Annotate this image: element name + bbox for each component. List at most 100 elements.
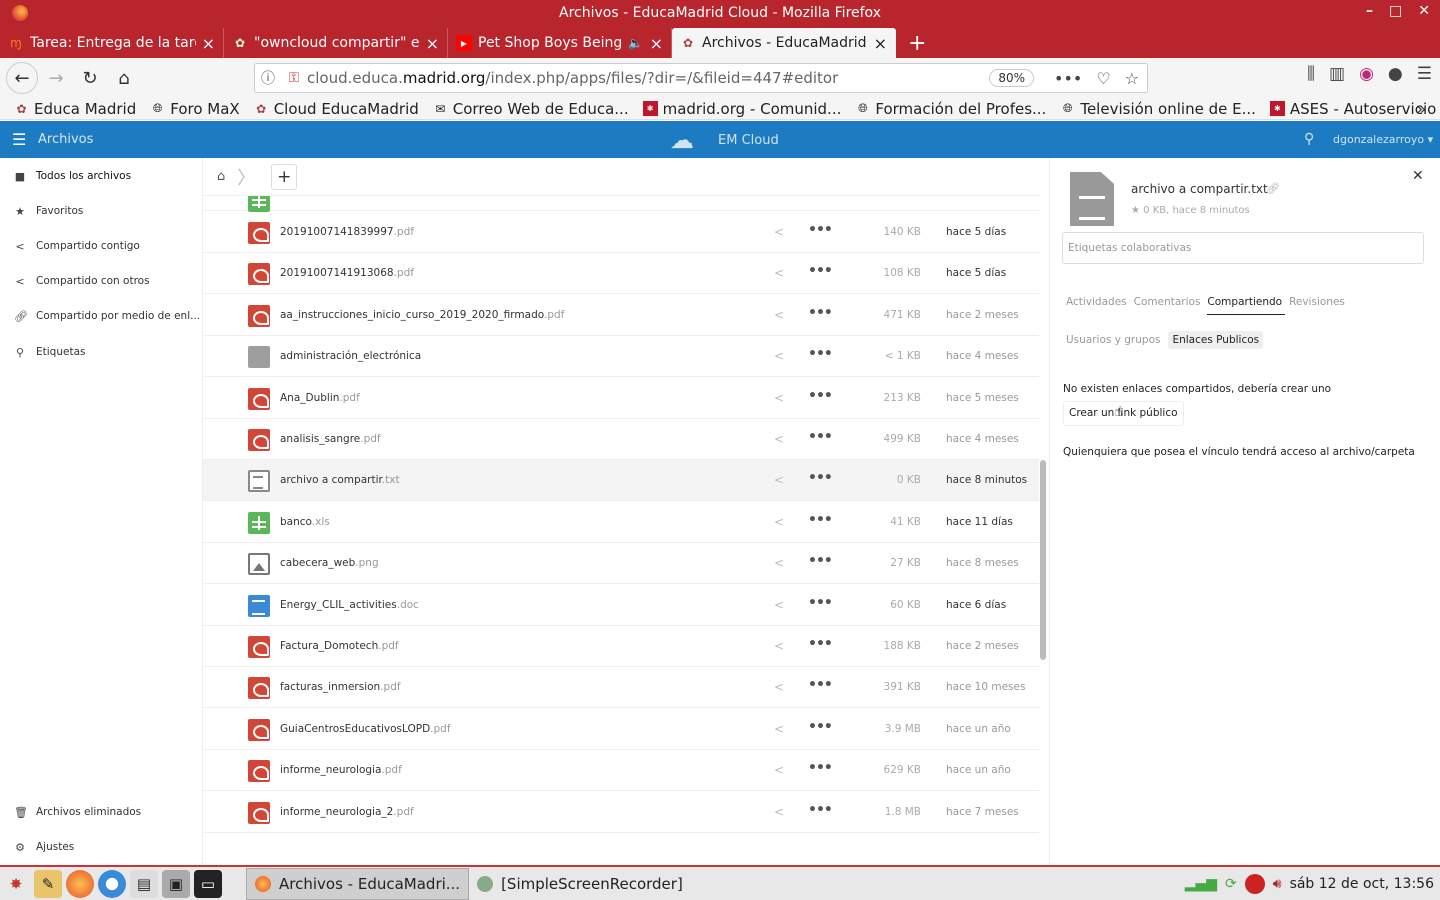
sidebar-item-settings[interactable]: ⚙ Ajustes (0, 830, 203, 864)
minimize-button[interactable]: – (1366, 3, 1373, 19)
app-menu-icon[interactable]: ☰ (12, 130, 26, 149)
browser-tab-active[interactable]: ✿ Archivos - EducaMadrid C × (672, 28, 896, 58)
close-window-button[interactable]: ✕ (1418, 3, 1430, 19)
table-row[interactable]: analisis_sangre.pdf < ••• 499 KB hace 4 mese… (203, 419, 1039, 460)
table-row[interactable]: administración_electrónica < ••• < 1 KB hace… (203, 336, 1039, 378)
more-actions-icon[interactable]: ••• (808, 719, 833, 735)
firefox-launcher-icon[interactable] (66, 869, 94, 898)
sidebar-item-shared-with-you[interactable]: < Compartido contigo (0, 229, 203, 263)
home-folder-icon[interactable]: ⌂ (217, 169, 225, 184)
page-actions-icon[interactable]: ••• (1054, 69, 1082, 88)
tags-input[interactable]: Etiquetas colaborativas (1062, 232, 1424, 264)
file-name[interactable]: facturas_inmersion.pdf (280, 681, 401, 693)
more-actions-icon[interactable]: ••• (808, 677, 833, 693)
new-tab-button[interactable]: + (896, 28, 938, 58)
insecure-lock-icon[interactable]: ⚿ (281, 70, 307, 86)
share-icon[interactable]: < (774, 391, 784, 405)
zoom-level[interactable]: 80% (989, 69, 1034, 87)
table-row[interactable]: facturas_inmersion.pdf < ••• 391 KB hace 10 … (203, 667, 1039, 709)
share-icon[interactable]: < (774, 556, 784, 570)
sidebar-icon[interactable]: ▥ (1329, 64, 1345, 84)
bookmark-item[interactable]: ✿ Educa Madrid (14, 100, 136, 118)
close-tab-icon[interactable]: × (202, 34, 215, 53)
update-icon[interactable]: ⟳ (1225, 876, 1237, 892)
file-name[interactable]: 20191007141913068.pdf (280, 267, 414, 279)
bookmark-item[interactable]: ✿ Cloud EducaMadrid (254, 100, 419, 118)
close-panel-icon[interactable]: ✕ (1412, 168, 1424, 184)
file-name[interactable]: 20191007141839997.pdf (280, 226, 414, 238)
more-actions-icon[interactable]: ••• (808, 636, 833, 652)
file-name[interactable]: administración_electrónica (280, 350, 421, 362)
file-name[interactable]: informe_neurologia.pdf (280, 764, 402, 776)
share-icon[interactable]: < (774, 639, 784, 653)
bookmark-item[interactable]: ✉ Correo Web de Educa... (433, 100, 628, 118)
file-name[interactable]: Ana_Dublin.pdf (280, 392, 360, 404)
more-actions-icon[interactable]: ••• (808, 760, 833, 776)
share-icon[interactable]: < (774, 308, 784, 322)
table-row[interactable]: 20191007141839997.pdf < ••• 140 KB hace 5 dí… (203, 212, 1039, 253)
screenshot-launcher-icon[interactable]: ▣ (162, 869, 190, 898)
table-row[interactable]: aa_instrucciones_inicio_curso_2019_2020_… (203, 295, 1039, 336)
more-actions-icon[interactable]: ••• (808, 263, 833, 279)
subtab-public-links[interactable]: Enlaces Publicos (1168, 331, 1264, 349)
speaker-icon[interactable]: 🔈 (628, 35, 644, 51)
back-button[interactable]: ← (6, 62, 38, 94)
bookmark-item[interactable]: ✱ madrid.org - Comunid... (642, 100, 841, 118)
sidebar-item-tags[interactable]: ⚲ Etiquetas (0, 335, 203, 369)
close-tab-icon[interactable]: × (650, 34, 663, 53)
more-actions-icon[interactable]: ••• (808, 512, 833, 528)
file-name[interactable]: informe_neurologia_2.pdf (280, 806, 414, 818)
terminal-launcher-icon[interactable]: ▭ (194, 869, 222, 898)
bookmark-item[interactable]: ✱ASES - Autoservicio d... (1269, 100, 1440, 118)
more-actions-icon[interactable]: ••• (808, 346, 833, 362)
bookmark-item[interactable]: 🌐︎ Formación del Profes... (855, 100, 1046, 118)
table-row[interactable]: informe_neurologia_2.pdf < ••• 1.8 MB hace 7… (203, 792, 1039, 833)
subtab-users-groups[interactable]: Usuarios y grupos (1062, 331, 1164, 349)
library-icon[interactable]: ⫼ (1307, 64, 1315, 84)
more-actions-icon[interactable]: ••• (808, 222, 833, 238)
share-icon[interactable]: < (774, 722, 784, 736)
file-name[interactable]: Energy_CLIL_activities.doc (280, 599, 419, 611)
file-name[interactable]: cabecera_web.png (280, 557, 379, 569)
more-actions-icon[interactable]: ••• (808, 429, 833, 445)
share-icon[interactable]: < (774, 432, 784, 446)
close-tab-icon[interactable]: × (426, 34, 439, 53)
share-icon[interactable]: < (774, 763, 784, 777)
share-icon[interactable]: < (774, 266, 784, 280)
table-row[interactable]: cabecera_web.png < ••• 27 KB hace 8 meses (203, 543, 1039, 585)
close-tab-icon[interactable]: × (874, 34, 887, 53)
sidebar-item-shared-with-others[interactable]: < Compartido con otros (0, 264, 203, 298)
info-icon[interactable]: ⓘ (255, 68, 281, 88)
permalink-icon[interactable]: 🔗︎ (1266, 182, 1280, 195)
account-icon[interactable]: ● (1388, 64, 1403, 84)
share-icon[interactable]: < (774, 225, 784, 239)
em-cloud-logo[interactable]: ☁ EM Cloud (670, 127, 779, 153)
favorite-star-icon[interactable]: ★ (1131, 205, 1140, 216)
new-file-button[interactable]: + (271, 163, 298, 190)
tab-activities[interactable]: Actividades (1066, 296, 1130, 315)
file-name[interactable]: aa_instrucciones_inicio_curso_2019_2020_… (280, 309, 564, 321)
sidebar-item-all-files[interactable]: ■ Todos los archivos (0, 159, 203, 193)
sidebar-item-deleted-files[interactable]: 🗑︎ Archivos eliminados (0, 795, 203, 829)
file-name[interactable]: Factura_Domotech.pdf (280, 640, 399, 652)
reload-button[interactable]: ↻ (74, 62, 106, 94)
volume-icon[interactable]: 🔊︎ (1273, 876, 1282, 892)
more-actions-icon[interactable]: ••• (808, 305, 833, 321)
task-screenrecorder[interactable]: [SimpleScreenRecorder] (469, 868, 691, 900)
bookmark-star-icon[interactable]: ☆ (1125, 69, 1139, 88)
tab-revisions[interactable]: Revisiones (1289, 296, 1348, 315)
share-icon[interactable]: < (774, 515, 784, 529)
more-actions-icon[interactable]: ••• (808, 802, 833, 818)
pocket-icon[interactable]: ♡ (1096, 69, 1110, 88)
clock[interactable]: sáb 12 de oct, 13:56 (1290, 876, 1434, 892)
table-row[interactable]: informe_neurologia.pdf < ••• 629 KB hace un … (203, 750, 1039, 792)
table-row[interactable]: archivo a compartir.txt < ••• 0 KB hace 8 mi… (203, 460, 1039, 502)
bookmark-item[interactable]: 🌐︎ Televisión online de E... (1060, 100, 1256, 118)
share-icon[interactable]: < (774, 349, 784, 363)
task-firefox[interactable]: Archivos - EducaMadri... (246, 867, 470, 900)
table-row[interactable]: 20191007141913068.pdf < ••• 108 KB hace 5 dí… (203, 253, 1039, 295)
tab-comments[interactable]: Comentarios (1134, 296, 1204, 315)
bookmark-item[interactable]: 🌐︎ Foro MaX (150, 100, 240, 118)
forward-button[interactable]: → (40, 62, 72, 94)
home-button[interactable]: ⌂ (108, 62, 140, 94)
